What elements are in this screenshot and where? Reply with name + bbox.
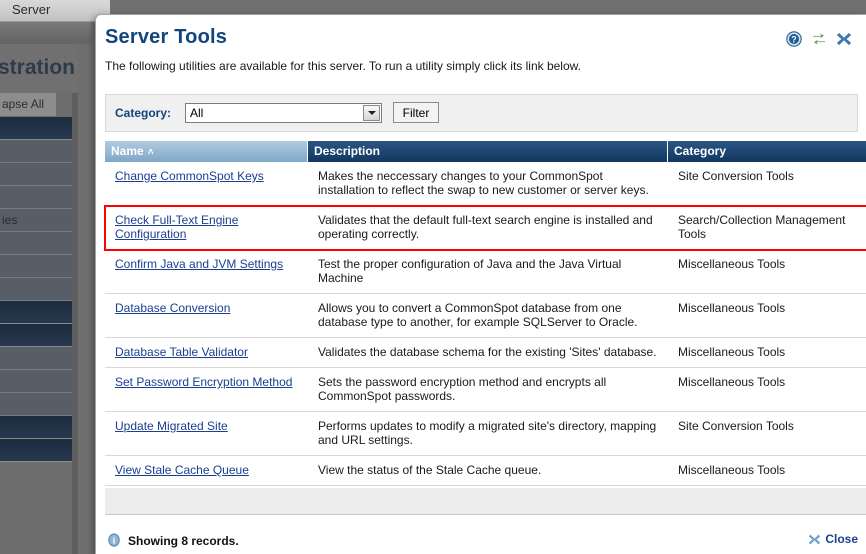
cell-category: Miscellaneous Tools <box>678 345 786 359</box>
cell-category: Miscellaneous Tools <box>678 463 786 477</box>
cell-category: Site Conversion Tools <box>678 169 794 183</box>
cell-name: View Stale Cache Queue <box>105 456 308 485</box>
background-nav-item-2 <box>0 163 72 186</box>
column-header-name[interactable]: Name ˄ <box>105 141 308 162</box>
close-icon[interactable] <box>836 31 852 47</box>
record-count: Showing 8 records. <box>128 534 239 548</box>
cell-description: View the status of the Stale Cache queue… <box>318 463 542 477</box>
background-nav-item-6 <box>0 255 72 278</box>
cell-description: Makes the neccessary changes to your Com… <box>318 169 649 197</box>
cell-category: Search/Collection Management Tools <box>678 213 846 241</box>
close-x-icon <box>809 534 821 544</box>
chevron-down-icon[interactable] <box>363 105 380 121</box>
background-nav-item-3 <box>0 186 72 209</box>
pager-strip <box>105 488 866 515</box>
background-nav-item-7 <box>0 278 72 301</box>
filter-bar: Category: All Filter <box>105 94 858 132</box>
column-header-label: Description <box>314 144 381 158</box>
category-select[interactable]: All <box>185 103 382 123</box>
cell-name: Confirm Java and JVM Settings <box>105 250 308 293</box>
tool-link[interactable]: Change CommonSpot Keys <box>115 169 264 183</box>
table-row: Check Full-Text Engine Configuration Vali… <box>104 205 866 251</box>
refresh-icon[interactable] <box>811 31 827 47</box>
background-nav-item-11 <box>0 370 72 393</box>
table-row: Database Conversion Allows you to convert… <box>105 294 866 338</box>
close-button-label: Close <box>825 532 858 546</box>
help-icon[interactable]: ? <box>786 31 802 47</box>
dialog-footer: i Showing 8 records. Close <box>96 529 866 554</box>
background-nav-item-label: ies <box>2 213 18 227</box>
column-header-label: Category <box>674 144 727 158</box>
cell-name: Update Migrated Site <box>105 412 308 455</box>
background-nav-item-10 <box>0 347 72 370</box>
close-button[interactable]: Close <box>808 532 858 546</box>
dialog-subtitle: The following utilities are available fo… <box>105 59 581 73</box>
svg-text:?: ? <box>791 35 797 45</box>
cell-description: Validates that the default full-text sea… <box>318 213 653 241</box>
category-select-value: All <box>190 106 204 120</box>
table-body: Change CommonSpot Keys Makes the neccessa… <box>104 162 866 486</box>
background-nav-item-14 <box>0 439 72 462</box>
background-nav-item-12 <box>0 393 72 416</box>
tool-link[interactable]: Database Table Validator <box>115 345 248 359</box>
dialog-header-icons: ? <box>786 31 852 47</box>
cell-name: Database Conversion <box>105 294 308 337</box>
tool-link[interactable]: Database Conversion <box>115 301 230 315</box>
table-row: Change CommonSpot Keys Makes the neccessa… <box>105 162 866 206</box>
background-top-bar <box>0 22 92 44</box>
table-row: Confirm Java and JVM Settings Test the pr… <box>105 250 866 294</box>
background-tab-label: Server <box>12 2 51 17</box>
cell-category: Site Conversion Tools <box>678 419 794 433</box>
page-title: Server Tools <box>105 26 228 48</box>
table-row: Update Migrated Site Performs updates to … <box>105 412 866 456</box>
background-nav-item-8 <box>0 301 72 324</box>
cell-description: Performs updates to modify a migrated si… <box>318 419 657 447</box>
cell-description: Test the proper configuration of Java an… <box>318 257 622 285</box>
table-row: Set Password Encryption Method Sets the p… <box>105 368 866 412</box>
sort-ascending-icon: ˄ <box>147 147 154 158</box>
tool-link[interactable]: Set Password Encryption Method <box>115 375 292 389</box>
tool-link[interactable]: Check Full-Text Engine Configuration <box>115 213 238 241</box>
tool-link[interactable]: Confirm Java and JVM Settings <box>115 257 283 271</box>
category-filter-label: Category: <box>115 106 172 120</box>
tool-link[interactable]: Update Migrated Site <box>115 419 228 433</box>
background-collapse-all: apse All <box>0 93 56 117</box>
background-nav-item-4: ies <box>0 209 72 232</box>
svg-text:i: i <box>113 536 116 547</box>
background-nav-item-1 <box>0 140 72 163</box>
cell-name: Change CommonSpot Keys <box>105 162 308 205</box>
cell-category: Miscellaneous Tools <box>678 257 786 271</box>
cell-description: Sets the password encryption method and … <box>318 375 607 403</box>
table-header-row: Name ˄ Description Category <box>105 141 866 162</box>
column-header-category[interactable]: Category <box>668 141 866 162</box>
background-nav-item-9 <box>0 324 72 347</box>
background-nav-item-13 <box>0 416 72 439</box>
tools-table: Name ˄ Description Category Change CommonSp… <box>104 141 866 486</box>
background-nav-item-5 <box>0 232 72 255</box>
dialog-header: Server Tools The following utilities are… <box>96 15 866 85</box>
filter-button[interactable]: Filter <box>393 102 439 123</box>
column-header-label: Name <box>111 144 144 158</box>
background-nav-item-0 <box>0 117 72 140</box>
column-header-description[interactable]: Description <box>308 141 668 162</box>
cell-name: Check Full-Text Engine Configuration <box>105 206 308 249</box>
tool-link[interactable]: View Stale Cache Queue <box>115 463 249 477</box>
info-icon: i <box>108 533 120 547</box>
cell-name: Database Table Validator <box>105 338 308 367</box>
table-row: Database Table Validator Validates the da… <box>105 338 866 368</box>
cell-description: Allows you to convert a CommonSpot datab… <box>318 301 638 329</box>
background-collapse-all-label: apse All <box>2 97 45 111</box>
cell-category: Miscellaneous Tools <box>678 301 786 315</box>
cell-name: Set Password Encryption Method <box>105 368 308 411</box>
table-row: View Stale Cache Queue View the status of… <box>105 456 866 486</box>
cell-description: Validates the database schema for the ex… <box>318 345 657 359</box>
server-tools-dialog: Server Tools The following utilities are… <box>95 14 866 554</box>
background-page-title: stration <box>0 56 76 79</box>
cell-category: Miscellaneous Tools <box>678 375 786 389</box>
